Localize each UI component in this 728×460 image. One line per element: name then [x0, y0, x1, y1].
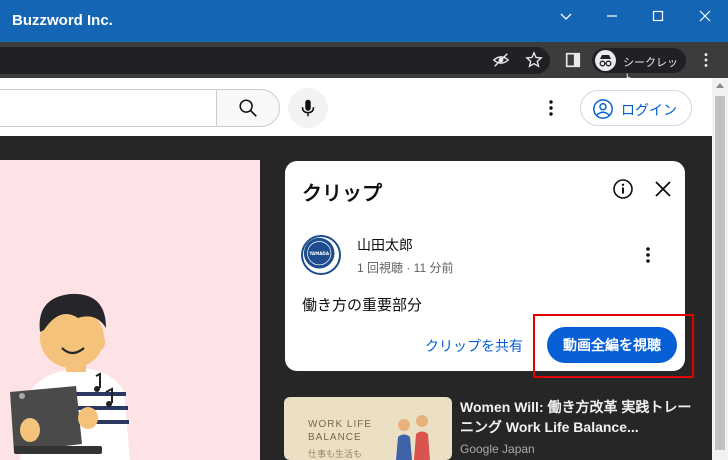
microphone-icon	[301, 99, 315, 117]
window-titlebar: Buzzword Inc.	[0, 0, 728, 42]
channel-avatar-text: YAMADA	[308, 251, 330, 256]
login-button[interactable]: ログイン	[580, 90, 692, 126]
more-options-icon[interactable]	[640, 245, 656, 265]
share-clip-button[interactable]: クリップを共有	[425, 336, 523, 356]
scroll-up-arrow-icon[interactable]	[716, 83, 724, 88]
bookmark-star-icon[interactable]	[524, 50, 544, 70]
browser-toolbar: シークレット	[0, 42, 728, 85]
search-icon	[239, 99, 257, 117]
incognito-icon	[595, 50, 616, 71]
related-video-thumbnail[interactable]: WORK LIFE BALANCE 仕事も生活も	[284, 397, 452, 460]
chevron-down-icon[interactable]	[543, 0, 589, 32]
eye-off-icon[interactable]	[491, 50, 511, 70]
video-illustration	[10, 293, 130, 460]
clip-panel-heading: クリップ	[302, 183, 382, 205]
page-scrollbar[interactable]	[712, 78, 728, 460]
related-video-channel[interactable]: Google Japan	[460, 442, 535, 456]
thumbnail-text-line2: BALANCE	[308, 432, 362, 443]
voice-search-button[interactable]	[288, 88, 328, 128]
address-bar[interactable]	[0, 47, 550, 74]
incognito-badge[interactable]: シークレット	[592, 48, 686, 85]
settings-menu-icon[interactable]	[540, 97, 562, 119]
channel-avatar[interactable]: YAMADA	[301, 235, 341, 275]
site-header: ログイン	[0, 78, 712, 136]
login-label: ログイン	[621, 102, 677, 118]
related-video-title[interactable]: Women Will: 働き方改革 実践トレーニング Work Life Bal…	[460, 397, 700, 437]
info-icon[interactable]	[612, 178, 634, 200]
channel-name[interactable]: 山田太郎	[357, 235, 413, 255]
thumbnail-text-line3: 仕事も生活も	[308, 449, 363, 459]
account-icon	[593, 99, 613, 119]
minimize-button[interactable]	[589, 0, 635, 32]
clip-title: 働き方の重要部分	[302, 297, 423, 314]
search-input[interactable]	[0, 89, 217, 127]
search-button[interactable]	[216, 89, 280, 127]
video-player[interactable]	[0, 160, 260, 460]
thumbnail-figures	[396, 415, 430, 460]
scrollbar-thumb[interactable]	[715, 96, 725, 450]
window-title: Buzzword Inc.	[12, 12, 113, 29]
clip-meta: 1 回視聴 · 11 分前	[357, 261, 454, 275]
browser-menu-icon[interactable]	[696, 50, 716, 70]
side-panel-icon[interactable]	[563, 50, 583, 70]
highlight-box	[533, 314, 694, 378]
close-icon[interactable]	[652, 178, 674, 200]
maximize-button[interactable]	[635, 0, 681, 32]
close-window-button[interactable]	[682, 0, 728, 32]
thumbnail-text-line1: WORK LIFE	[308, 419, 373, 430]
